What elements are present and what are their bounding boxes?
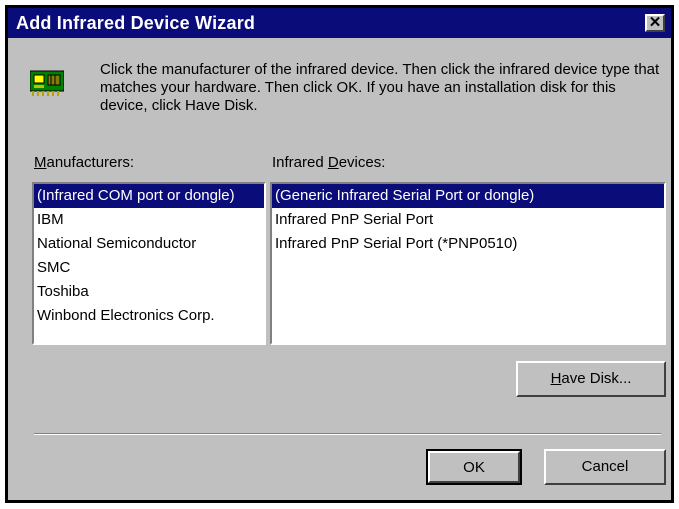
separator <box>34 433 661 435</box>
manufacturer-list-item[interactable]: National Semiconductor <box>34 232 264 256</box>
circuit-board-icon <box>29 67 65 97</box>
add-infrared-device-dialog: Add Infrared Device Wizard ✕ Click the m… <box>5 5 674 503</box>
manufacturer-list-item[interactable]: (Infrared COM port or dongle) <box>34 184 264 208</box>
ok-button-label: OK <box>428 451 520 483</box>
device-list-item[interactable]: (Generic Infrared Serial Port or dongle) <box>272 184 664 208</box>
window-title: Add Infrared Device Wizard <box>16 13 256 33</box>
device-list-item[interactable]: Infrared PnP Serial Port (*PNP0510) <box>272 232 664 256</box>
manufacturers-label: Manufacturers: <box>34 154 134 171</box>
manufacturers-listbox[interactable]: (Infrared COM port or dongle) IBM National… <box>32 182 266 345</box>
manufacturer-list-item[interactable]: Winbond Electronics Corp. <box>34 304 264 328</box>
instructions-text: Click the manufacturer of the infrared d… <box>100 61 660 114</box>
ok-button[interactable]: OK <box>426 449 522 485</box>
cancel-button[interactable]: Cancel <box>544 449 666 485</box>
have-disk-button[interactable]: Have Disk... <box>516 361 666 397</box>
infrared-devices-label-pre: Infrared <box>272 154 328 171</box>
manufacturer-list-item[interactable]: IBM <box>34 208 264 232</box>
manufacturer-list-item[interactable]: SMC <box>34 256 264 280</box>
infrared-devices-label: Infrared Devices: <box>272 154 385 171</box>
infrared-devices-label-accesskey: D <box>327 154 339 171</box>
device-list-item[interactable]: Infrared PnP Serial Port <box>272 208 664 232</box>
manufacturers-label-accesskey: M <box>34 154 47 171</box>
have-disk-label-rest: ave Disk... <box>561 370 632 387</box>
close-icon[interactable]: ✕ <box>645 14 665 32</box>
manufacturers-label-rest: anufacturers: <box>46 154 135 171</box>
infrared-devices-label-rest: evices: <box>338 154 386 171</box>
infrared-devices-listbox[interactable]: (Generic Infrared Serial Port or dongle)… <box>270 182 666 345</box>
title-bar[interactable]: Add Infrared Device Wizard ✕ <box>8 8 671 38</box>
manufacturer-list-item[interactable]: Toshiba <box>34 280 264 304</box>
have-disk-accesskey: H <box>550 370 562 387</box>
